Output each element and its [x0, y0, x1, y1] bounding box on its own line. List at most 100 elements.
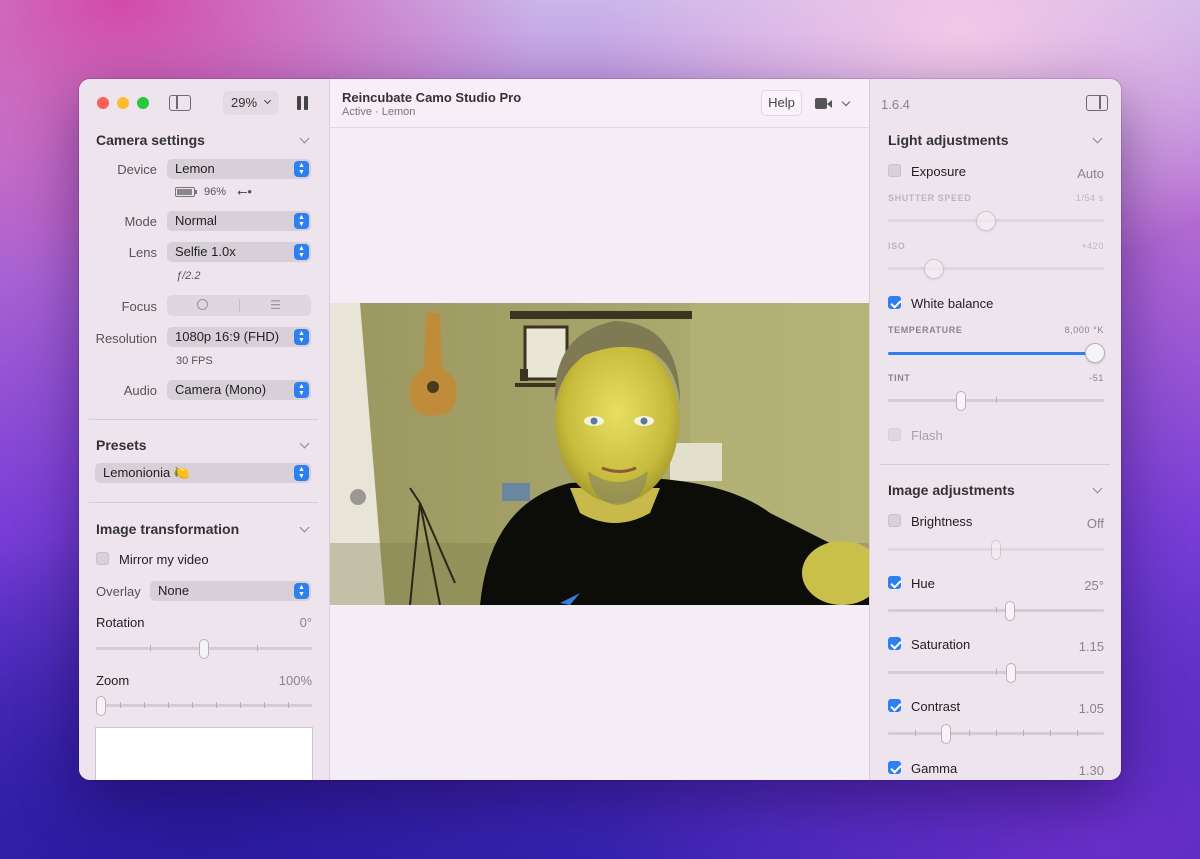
mode-label: Mode	[124, 214, 157, 229]
gamma-value: 1.30	[1078, 763, 1104, 778]
contrast-label: Contrast	[911, 699, 961, 714]
overlay-label: Overlay	[96, 584, 141, 599]
iso-value: +420	[1081, 241, 1104, 251]
white-balance-checkbox[interactable]	[888, 296, 901, 309]
zoom-level-dropdown[interactable]: 29%	[223, 91, 279, 115]
contrast-slider[interactable]	[888, 724, 1104, 744]
battery-icon	[175, 187, 197, 197]
contrast-thumb[interactable]	[941, 724, 951, 744]
temperature-thumb[interactable]	[1085, 343, 1105, 363]
tint-label: TINT	[888, 373, 911, 383]
temperature-slider[interactable]	[888, 343, 1105, 365]
camera-preview-image	[330, 303, 869, 605]
flash-label: Flash	[911, 428, 943, 443]
tint-value: -51	[1089, 373, 1104, 383]
sliders-icon[interactable]: ☰	[240, 295, 311, 316]
video-camera-icon	[815, 98, 827, 109]
close-window-button[interactable]	[97, 97, 109, 109]
light-adjustments-title: Light adjustments	[888, 132, 1009, 148]
audio-value: Camera (Mono)	[175, 382, 267, 397]
minimize-window-button[interactable]	[117, 97, 129, 109]
presets-title: Presets	[96, 437, 147, 453]
stepper-arrows-icon: ▲ ▼	[294, 465, 309, 481]
light-adjustments-collapse-icon[interactable]	[1092, 133, 1103, 144]
focus-segmented-control: ☰	[167, 295, 311, 316]
brightness-slider[interactable]	[888, 540, 1104, 560]
stepper-arrows-icon: ▲ ▼	[294, 382, 309, 398]
hue-thumb[interactable]	[1005, 601, 1015, 621]
inspector-toggle-icon[interactable]	[1086, 95, 1108, 111]
zoom-level-value: 29%	[231, 95, 258, 110]
lens-label: Lens	[128, 245, 157, 260]
saturation-value: 1.15	[1078, 639, 1104, 654]
hue-checkbox[interactable]	[888, 576, 901, 589]
overlay-value: None	[158, 583, 190, 598]
exposure-checkbox[interactable]	[888, 164, 901, 177]
shutter-speed-slider[interactable]	[888, 211, 1104, 231]
camera-feed-graphic	[330, 303, 869, 605]
temperature-label: TEMPERATURE	[888, 325, 963, 335]
tint-slider[interactable]	[888, 391, 1104, 411]
saturation-thumb[interactable]	[1006, 663, 1016, 683]
saturation-checkbox[interactable]	[888, 637, 901, 650]
pause-button[interactable]	[297, 96, 308, 110]
focus-auto-segment[interactable]	[167, 295, 239, 316]
camera-menu-button[interactable]	[815, 96, 851, 112]
contrast-value: 1.05	[1078, 701, 1104, 716]
saturation-label: Saturation	[911, 637, 971, 652]
zoom-slider[interactable]	[96, 696, 312, 716]
rotation-slider[interactable]	[96, 639, 312, 659]
stepper-arrows-icon: ▲ ▼	[294, 213, 309, 229]
image-adjustments-title: Image adjustments	[888, 482, 1015, 498]
image-transformation-collapse-icon[interactable]	[299, 522, 310, 533]
resolution-select[interactable]: 1080p 16:9 (FHD) ▲ ▼	[167, 327, 311, 347]
overlay-preview-box	[95, 727, 313, 780]
sidebar-toggle-icon[interactable]	[169, 95, 191, 111]
camera-settings-title: Camera settings	[96, 132, 205, 148]
iso-slider[interactable]	[888, 259, 1104, 279]
iso-thumb[interactable]	[924, 259, 944, 279]
shutter-speed-value: 1/54 s	[1075, 193, 1104, 203]
shutter-speed-thumb[interactable]	[976, 211, 996, 231]
mirror-label: Mirror my video	[119, 552, 209, 567]
preset-select[interactable]: Lemonionia 🍋 ▲ ▼	[95, 463, 311, 483]
brightness-value: Off	[1086, 516, 1104, 531]
image-transformation-title: Image transformation	[96, 521, 240, 537]
image-adjustments-collapse-icon[interactable]	[1092, 483, 1103, 494]
lens-value: Selfie 1.0x	[175, 244, 236, 259]
zoom-value: 100%	[278, 673, 312, 688]
rotation-slider-thumb[interactable]	[199, 639, 209, 659]
brightness-checkbox[interactable]	[888, 514, 901, 527]
overlay-select[interactable]: None ▲ ▼	[150, 581, 311, 601]
stepper-arrows-icon: ▲ ▼	[294, 329, 309, 345]
resolution-label: Resolution	[95, 331, 157, 346]
lens-select[interactable]: Selfie 1.0x ▲ ▼	[167, 242, 311, 262]
brightness-label: Brightness	[911, 514, 973, 529]
preset-value: Lemonionia 🍋	[103, 465, 191, 480]
pause-icon	[297, 96, 301, 110]
mirror-checkbox[interactable]	[96, 552, 109, 565]
device-label: Device	[117, 162, 157, 177]
saturation-slider[interactable]	[888, 663, 1104, 683]
audio-select[interactable]: Camera (Mono) ▲ ▼	[167, 380, 311, 400]
aperture-value: ƒ/2.2	[176, 270, 201, 282]
device-select[interactable]: Lemon ▲ ▼	[167, 159, 311, 179]
hue-value: 25°	[1084, 578, 1104, 593]
exposure-value: Auto	[1077, 166, 1104, 181]
gamma-checkbox[interactable]	[888, 761, 901, 774]
device-value: Lemon	[175, 161, 215, 176]
brightness-thumb[interactable]	[991, 540, 1001, 560]
camera-settings-collapse-icon[interactable]	[299, 133, 310, 144]
presets-collapse-icon[interactable]	[299, 438, 310, 449]
stepper-arrows-icon: ▲ ▼	[294, 161, 309, 177]
hue-slider[interactable]	[888, 601, 1104, 621]
help-button[interactable]: Help	[761, 90, 802, 116]
hue-label: Hue	[911, 576, 935, 591]
flash-checkbox[interactable]	[888, 428, 901, 441]
mode-select[interactable]: Normal ▲ ▼	[167, 211, 311, 231]
tint-thumb[interactable]	[956, 391, 966, 411]
audio-label: Audio	[123, 383, 157, 398]
zoom-slider-thumb[interactable]	[96, 696, 106, 716]
contrast-checkbox[interactable]	[888, 699, 901, 712]
zoom-window-button[interactable]	[137, 97, 149, 109]
